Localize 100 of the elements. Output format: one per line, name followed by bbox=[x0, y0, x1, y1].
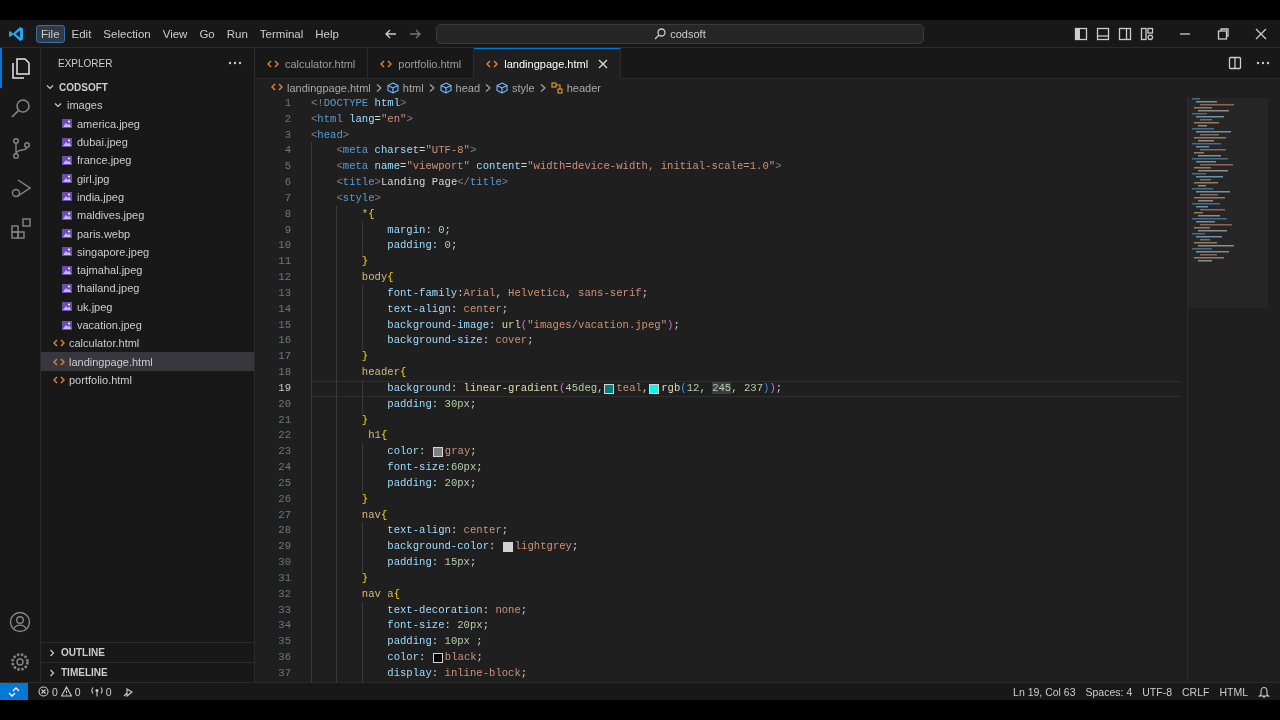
tree-item[interactable]: calculator.html bbox=[41, 334, 254, 353]
tree-item[interactable]: tajmahal.jpeg bbox=[41, 260, 254, 280]
chevron-right-icon bbox=[47, 647, 57, 658]
app-logo-icon bbox=[8, 25, 24, 42]
tree-item[interactable]: singapore.jpeg bbox=[41, 242, 254, 261]
remote-icon bbox=[8, 685, 20, 698]
problems-button[interactable]: 0 0 bbox=[38, 685, 81, 698]
image-file-icon bbox=[61, 264, 73, 276]
code-line: <style> bbox=[336, 190, 381, 206]
line-number: 21 bbox=[278, 413, 291, 426]
code-line: padding: 10px ; bbox=[387, 634, 483, 650]
tree-item[interactable]: paris.webp bbox=[41, 224, 254, 243]
status-item[interactable]: Ln 19, Col 63 bbox=[1013, 685, 1076, 698]
breadcrumb-item[interactable]: head bbox=[439, 81, 481, 94]
code-line: padding: 20px; bbox=[387, 475, 477, 491]
line-number: 24 bbox=[278, 461, 291, 474]
code-line: <title>Landing Page</title> bbox=[336, 175, 509, 191]
line-number: 22 bbox=[278, 429, 291, 442]
layout-icon[interactable] bbox=[1140, 26, 1154, 41]
close-icon[interactable] bbox=[598, 59, 609, 69]
color-swatch-icon[interactable] bbox=[432, 447, 443, 458]
status-item[interactable]: HTML bbox=[1219, 685, 1248, 698]
tree-item[interactable]: CODSOFT bbox=[41, 78, 254, 97]
menu-item[interactable]: Selection bbox=[98, 24, 156, 43]
cube-icon bbox=[439, 81, 452, 94]
tree-item[interactable]: france.jpeg bbox=[41, 151, 254, 170]
line-number: 10 bbox=[278, 239, 291, 252]
search-icon bbox=[654, 27, 667, 40]
account-icon[interactable] bbox=[8, 610, 32, 634]
menu-item[interactable]: File bbox=[36, 24, 65, 43]
restore-icon[interactable] bbox=[1216, 26, 1230, 41]
color-swatch-icon[interactable] bbox=[604, 383, 615, 394]
line-number: 26 bbox=[278, 492, 291, 505]
remote-button[interactable] bbox=[0, 683, 28, 700]
code-line: } bbox=[361, 570, 369, 586]
tree-item[interactable]: maldives.jpeg bbox=[41, 206, 254, 225]
tree-item[interactable]: vacation.jpeg bbox=[41, 315, 254, 335]
image-file-icon bbox=[61, 154, 73, 166]
menu-item[interactable]: View bbox=[157, 24, 193, 43]
code-line: <head> bbox=[311, 127, 350, 143]
code-line: <!DOCTYPE html> bbox=[311, 96, 407, 111]
more-icon[interactable] bbox=[1256, 61, 1270, 65]
editor-tab[interactable]: calculator.html bbox=[255, 48, 369, 78]
html-file-icon bbox=[53, 374, 65, 385]
chevron-right-icon bbox=[427, 82, 436, 93]
split-editor-icon[interactable] bbox=[1228, 56, 1242, 70]
search-field[interactable]: codsoft bbox=[435, 23, 924, 44]
menu-item[interactable]: Help bbox=[310, 24, 344, 43]
editor-tab[interactable]: landingpage.html bbox=[474, 48, 622, 79]
line-number: 18 bbox=[278, 366, 291, 379]
close-icon[interactable] bbox=[1254, 26, 1268, 41]
tree-item[interactable]: thailand.jpeg bbox=[41, 279, 254, 298]
tree-item[interactable]: america.jpeg bbox=[41, 114, 254, 133]
status-item[interactable]: Spaces: 4 bbox=[1085, 685, 1133, 698]
more-icon[interactable] bbox=[228, 61, 242, 65]
tree-item[interactable]: images bbox=[41, 96, 254, 115]
line-number: 7 bbox=[284, 191, 291, 204]
image-file-icon bbox=[61, 282, 73, 294]
sidebar-title: EXPLORER bbox=[58, 57, 113, 69]
line-number: 11 bbox=[278, 255, 291, 268]
sidebar-toggle-icon[interactable] bbox=[1074, 26, 1088, 41]
menu-item[interactable]: Edit bbox=[66, 24, 97, 43]
tree-item[interactable]: girl.jpg bbox=[41, 169, 254, 188]
tree-item[interactable]: dubai.jpeg bbox=[41, 132, 254, 152]
menu-item[interactable]: Run bbox=[221, 24, 253, 43]
menu-item[interactable]: Go bbox=[194, 24, 220, 43]
image-file-icon bbox=[61, 118, 73, 130]
line-number: 6 bbox=[284, 176, 291, 189]
settings-icon[interactable] bbox=[8, 650, 32, 674]
color-swatch-icon[interactable] bbox=[649, 383, 660, 394]
code-line: <html lang="en"> bbox=[311, 111, 413, 127]
code-line: h1{ bbox=[368, 428, 388, 444]
image-file-icon bbox=[61, 191, 73, 203]
color-swatch-icon[interactable] bbox=[502, 542, 513, 553]
menu-item[interactable]: Terminal bbox=[254, 24, 309, 43]
panel-toggle-icon[interactable] bbox=[1096, 26, 1110, 41]
line-number: 2 bbox=[284, 112, 291, 125]
color-swatch-icon[interactable] bbox=[432, 652, 443, 663]
tree-item[interactable]: uk.jpeg bbox=[41, 297, 254, 316]
status-item[interactable]: CRLF bbox=[1182, 685, 1210, 698]
code-line: text-align: center; bbox=[387, 301, 509, 317]
breadcrumb-item[interactable]: style bbox=[496, 81, 535, 94]
tree-item[interactable]: landingpage.html bbox=[41, 352, 254, 371]
image-file-icon bbox=[61, 136, 73, 148]
breadcrumb-item[interactable]: landingpage.html bbox=[271, 81, 371, 94]
code-line: margin: 0; bbox=[387, 222, 451, 238]
bell-icon[interactable] bbox=[1258, 685, 1270, 698]
tree-item[interactable]: portfolio.html bbox=[41, 370, 254, 390]
status-item[interactable]: UTF-8 bbox=[1142, 685, 1172, 698]
code-line: nav a{ bbox=[361, 586, 400, 602]
ports-button[interactable]: 0 bbox=[90, 685, 112, 698]
tree-item[interactable]: india.jpeg bbox=[41, 187, 254, 207]
breadcrumb-item[interactable]: html bbox=[386, 81, 424, 94]
line-number: 35 bbox=[278, 635, 291, 648]
secondary-sidebar-icon[interactable] bbox=[1118, 26, 1132, 41]
chevron-right-icon bbox=[47, 667, 57, 678]
panel-section[interactable]: OUTLINE bbox=[41, 642, 254, 662]
line-number: 9 bbox=[284, 223, 291, 236]
breadcrumb-item[interactable]: header bbox=[550, 81, 601, 94]
minimap-drawing[interactable] bbox=[1188, 98, 1268, 308]
